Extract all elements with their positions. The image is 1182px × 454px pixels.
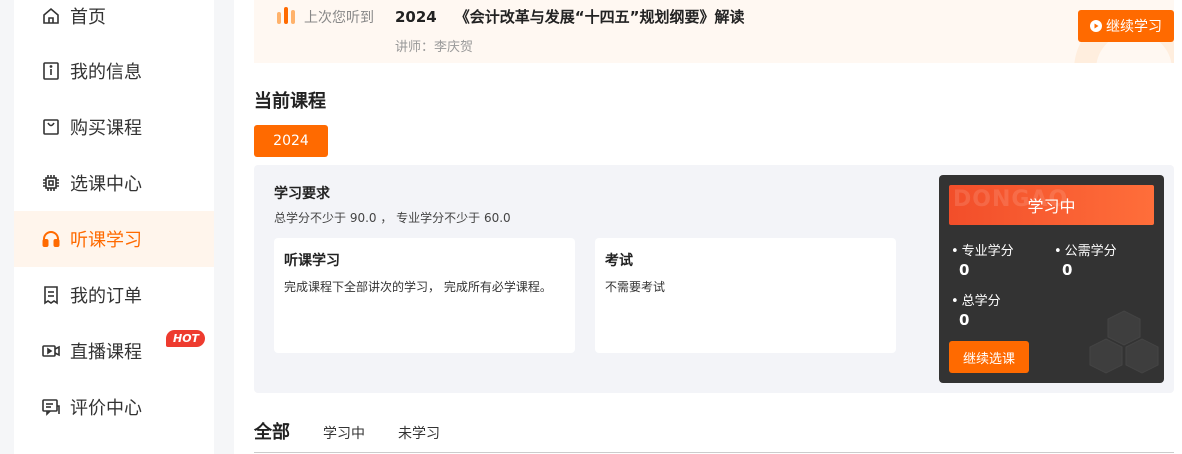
requirements-desc: 总学分不少于 90.0 ， 专业学分不少于 60.0 — [274, 211, 511, 225]
requirements-title: 学习要求 — [274, 186, 330, 202]
requirement-card-listen: 听课学习 完成课程下全部讲次的学习， 完成所有必学课程。 — [274, 238, 575, 353]
hot-badge: HOT — [166, 330, 206, 347]
requirement-card-exam: 考试 不需要考试 — [595, 238, 896, 353]
divider — [254, 452, 1174, 453]
sidebar-item-label: 选课中心 — [70, 174, 142, 195]
last-listened-bar: 上次您听到 2024 《会计改革与发展“十四五”规划纲要》解读 讲师：李庆贺 继续… — [254, 0, 1174, 63]
brand-watermark: DONGAO — [953, 187, 1069, 212]
last-course-year: 2024 — [395, 8, 437, 26]
sidebar-item-label: 我的信息 — [70, 62, 142, 83]
total-credits-value: 0 — [959, 311, 970, 329]
continue-study-button[interactable]: 继续学习 — [1078, 10, 1174, 42]
professional-credits-value: 0 — [959, 261, 970, 279]
tab-studying[interactable]: 学习中 — [323, 423, 365, 443]
info-icon — [40, 60, 62, 82]
audio-bars-icon — [277, 7, 295, 24]
last-course-teacher: 讲师：李庆贺 — [395, 40, 474, 55]
public-credits: 公需学分 0 — [1054, 240, 1117, 279]
requirement-card-title: 考试 — [605, 253, 633, 269]
requirement-card-desc: 完成课程下全部讲次的学习， 完成所有必学课程。 — [284, 280, 552, 294]
sidebar-item-course-center[interactable]: 选课中心 — [14, 155, 214, 211]
sidebar-item-label: 评价中心 — [70, 398, 142, 419]
total-credits: 总学分 0 — [951, 290, 1001, 329]
chip-icon — [40, 172, 62, 194]
sidebar-item-label: 我的订单 — [70, 286, 142, 307]
order-icon — [40, 284, 62, 306]
sidebar: 首页 我的信息 购买课程 选课中心 听课学习 我的订单 直播课程 HOT 评价中… — [14, 0, 214, 454]
sidebar-item-buy-courses[interactable]: 购买课程 — [14, 99, 214, 155]
requirements-panel: 学习要求 总学分不少于 90.0 ， 专业学分不少于 60.0 听课学习 完成课… — [254, 165, 1174, 393]
continue-study-label: 继续学习 — [1106, 19, 1162, 35]
total-credits-label: 总学分 — [951, 290, 1001, 309]
comment-icon — [40, 396, 62, 418]
sidebar-item-my-orders[interactable]: 我的订单 — [14, 267, 214, 323]
last-listened-label: 上次您听到 — [304, 10, 374, 26]
headphones-icon — [40, 228, 62, 250]
shopping-bag-icon — [40, 116, 62, 138]
sidebar-item-label: 听课学习 — [70, 230, 142, 251]
study-status-card: DONGAO 学习中 专业学分 0 公需学分 0 总学分 0 — [939, 175, 1164, 383]
status-heading: DONGAO 学习中 — [949, 185, 1154, 225]
sidebar-item-label: 直播课程 — [70, 342, 142, 363]
sidebar-item-label: 首页 — [70, 7, 106, 28]
last-course-title[interactable]: 2024 《会计改革与发展“十四五”规划纲要》解读 — [395, 6, 744, 27]
professional-credits-label: 专业学分 — [951, 240, 1014, 259]
tab-not-studied[interactable]: 未学习 — [398, 423, 440, 443]
home-icon — [40, 5, 62, 27]
requirement-card-title: 听课学习 — [284, 253, 340, 269]
sidebar-item-home[interactable]: 首页 — [14, 0, 214, 44]
course-filter-tabs: 全部 学习中 未学习 — [254, 418, 473, 444]
public-credits-value: 0 — [1062, 261, 1073, 279]
sidebar-item-listen-study[interactable]: 听课学习 — [14, 211, 214, 267]
sidebar-item-label: 购买课程 — [70, 118, 142, 139]
video-icon — [40, 340, 62, 362]
public-credits-label: 公需学分 — [1054, 240, 1117, 259]
sidebar-item-review-center[interactable]: 评价中心 — [14, 379, 214, 435]
sidebar-item-my-info[interactable]: 我的信息 — [14, 43, 214, 99]
main-content: 上次您听到 2024 《会计改革与发展“十四五”规划纲要》解读 讲师：李庆贺 继续… — [234, 0, 1182, 454]
current-courses-title: 当前课程 — [254, 91, 326, 112]
requirement-card-desc: 不需要考试 — [605, 280, 666, 294]
year-tab-2024[interactable]: 2024 — [254, 125, 328, 157]
tab-all[interactable]: 全部 — [254, 418, 290, 444]
play-icon — [1090, 20, 1102, 32]
cubes-decoration-icon — [1089, 310, 1159, 374]
continue-choose-course-button[interactable]: 继续选课 — [949, 341, 1029, 373]
sidebar-item-live-courses[interactable]: 直播课程 HOT — [14, 323, 214, 379]
last-course-name: 《会计改革与发展“十四五”规划纲要》解读 — [454, 8, 745, 26]
professional-credits: 专业学分 0 — [951, 240, 1014, 279]
